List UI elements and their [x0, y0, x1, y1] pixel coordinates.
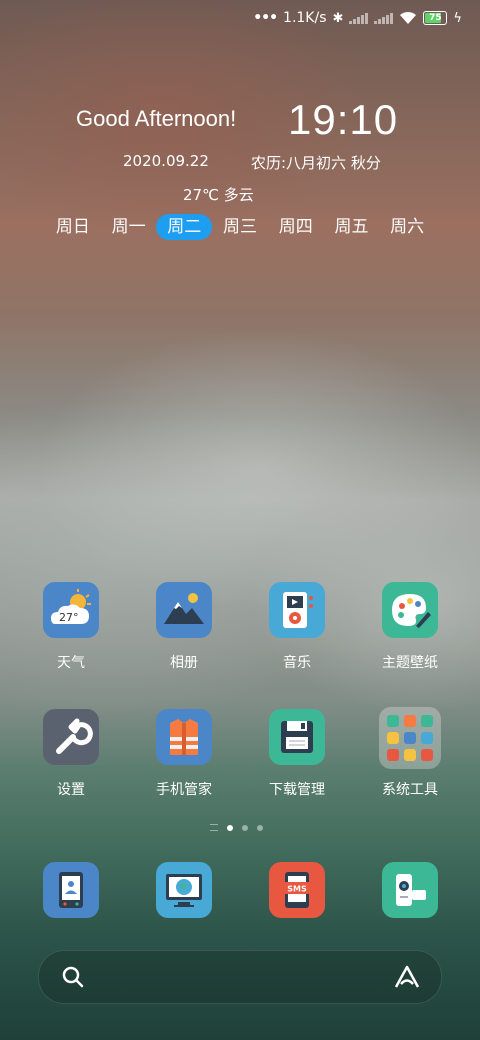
camera-icon	[382, 862, 438, 918]
settings-icon	[43, 709, 99, 765]
home-menu-icon	[210, 824, 218, 831]
bluetooth-icon: ✱	[332, 10, 344, 26]
app-download-manager[interactable]: 下载管理	[247, 709, 347, 799]
signal-icon	[349, 12, 369, 24]
theme-icon	[382, 582, 438, 638]
app-music[interactable]: 音乐	[247, 582, 347, 672]
greeting-text: Good Afternoon!	[76, 106, 237, 131]
weekday-sun: 周日	[55, 217, 90, 237]
folder-icon	[379, 707, 441, 769]
page-dot-active	[227, 824, 233, 831]
page-dot	[257, 824, 263, 831]
signal-2-icon	[374, 12, 394, 24]
app-phone-manager[interactable]: 手机管家	[134, 709, 234, 799]
app-label: 天气	[57, 655, 85, 671]
search-icon[interactable]	[61, 965, 85, 989]
lunar-date: 农历:八月初六 秋分	[251, 154, 381, 172]
battery-icon: 75	[423, 11, 448, 25]
weekday-row: 周日 周一 周二 周三 周四 周五 周六	[45, 214, 435, 240]
app-label: 手机管家	[156, 782, 212, 798]
app-label: 音乐	[283, 655, 311, 671]
page-indicator[interactable]	[210, 824, 263, 831]
weather-icon-temp: 27°	[59, 611, 79, 624]
phone-icon	[43, 862, 99, 918]
app-themes[interactable]: 主题壁纸	[360, 582, 460, 672]
network-speed: 1.1K/s	[283, 10, 327, 26]
search-bar[interactable]	[38, 950, 442, 1004]
weekday-sat: 周六	[390, 217, 425, 237]
messages-icon: SMS	[269, 862, 325, 918]
gallery-icon	[156, 582, 212, 638]
dock-camera[interactable]	[360, 862, 460, 918]
app-label: 系统工具	[382, 782, 438, 798]
sms-text: SMS	[287, 885, 307, 894]
weekday-wed: 周三	[223, 217, 258, 237]
music-icon	[269, 582, 325, 638]
weekday-fri: 周五	[334, 217, 369, 237]
weather-icon: 27°	[43, 582, 99, 638]
wifi-icon	[400, 11, 417, 24]
app-folder-system-tools[interactable]: 系统工具	[360, 707, 460, 799]
page-dot	[242, 824, 248, 831]
date-text: 2020.09.22	[123, 152, 209, 170]
weather-text: 27℃ 多云	[183, 186, 254, 204]
weekday-thu: 周四	[278, 217, 313, 237]
app-label: 下载管理	[269, 782, 325, 798]
weekday-tue-active: 周二	[156, 214, 213, 240]
assistant-icon[interactable]	[393, 964, 421, 990]
clock-time[interactable]: 19:10	[288, 96, 398, 144]
download-icon	[269, 709, 325, 765]
status-bar: ••• 1.1K/s ✱ 75 ϟ	[0, 0, 480, 40]
dock-messages[interactable]: SMS	[247, 862, 347, 918]
app-weather[interactable]: 27° 天气	[21, 582, 121, 672]
browser-icon	[156, 862, 212, 918]
app-settings[interactable]: 设置	[21, 709, 121, 799]
dock-phone[interactable]	[21, 862, 121, 918]
more-dots-icon: •••	[253, 10, 278, 26]
weekday-mon: 周一	[111, 217, 146, 237]
app-label: 相册	[170, 655, 198, 671]
dock-browser[interactable]	[134, 862, 234, 918]
app-gallery[interactable]: 相册	[134, 582, 234, 672]
security-icon	[156, 709, 212, 765]
app-label: 主题壁纸	[382, 655, 438, 671]
charging-icon: ϟ	[453, 10, 462, 26]
app-label: 设置	[57, 782, 85, 798]
